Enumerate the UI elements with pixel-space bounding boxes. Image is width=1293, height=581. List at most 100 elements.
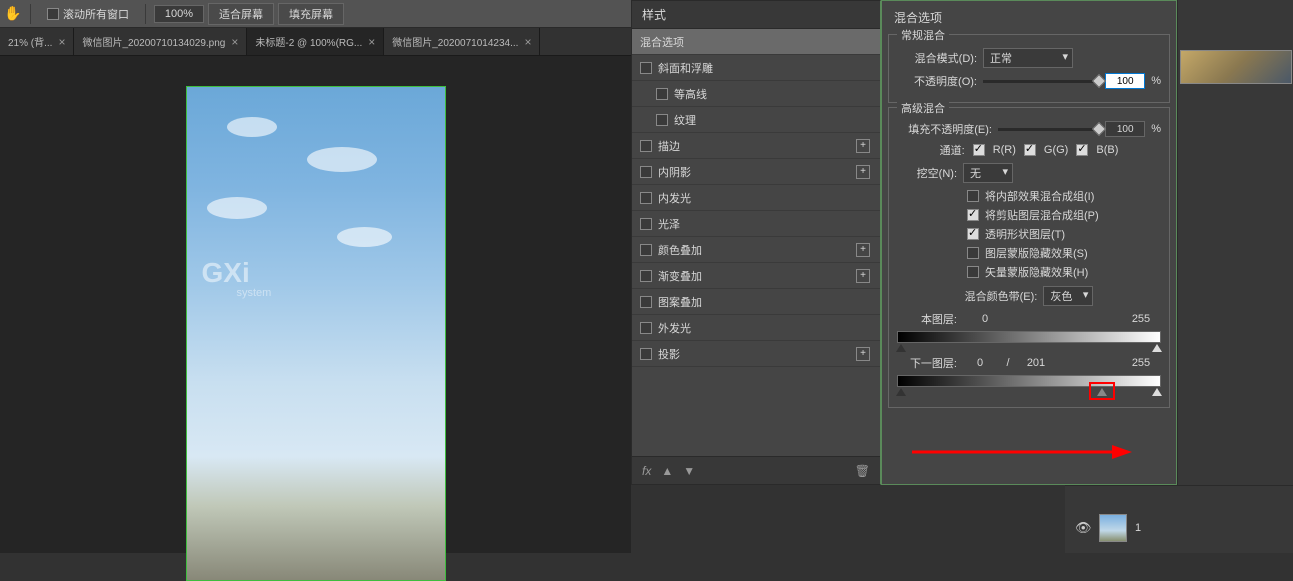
style-item-2[interactable]: 等高线	[632, 81, 880, 107]
slider-handle-icon[interactable]	[1152, 344, 1162, 352]
checkbox-icon[interactable]	[656, 114, 668, 126]
style-item-label: 渐变叠加	[658, 268, 702, 284]
checkbox-icon[interactable]	[640, 218, 652, 230]
slider-handle-icon[interactable]	[896, 388, 906, 396]
layer-thumbnail[interactable]	[1099, 514, 1127, 542]
checkbox-icon[interactable]	[640, 296, 652, 308]
style-item-label: 光泽	[658, 216, 680, 232]
close-icon[interactable]: ×	[58, 35, 65, 49]
opacity-slider[interactable]	[983, 80, 1099, 83]
style-item-12[interactable]: 投影+	[632, 341, 880, 367]
next-low-value: 0	[965, 357, 995, 369]
add-effect-icon[interactable]: +	[856, 139, 870, 153]
next-split-value: 201	[1021, 357, 1051, 369]
slider-handle-icon[interactable]	[896, 344, 906, 352]
style-item-5[interactable]: 内阴影+	[632, 159, 880, 185]
hand-tool-icon[interactable]: ✋	[4, 5, 22, 23]
style-item-7[interactable]: 光泽	[632, 211, 880, 237]
fx-icon[interactable]: fx	[642, 464, 651, 478]
style-item-1[interactable]: 斜面和浮雕	[632, 55, 880, 81]
vector-mask-hides-checkbox[interactable]	[967, 266, 979, 278]
channel-b-checkbox[interactable]	[1076, 144, 1088, 156]
checkbox-icon[interactable]	[640, 244, 652, 256]
canvas-image[interactable]: GXi system	[186, 86, 446, 581]
opacity-label: 不透明度(O):	[897, 73, 977, 89]
style-item-10[interactable]: 图案叠加	[632, 289, 880, 315]
this-layer-gradient[interactable]	[897, 331, 1161, 343]
slider-handle-icon[interactable]	[1152, 388, 1162, 396]
blend-clipped-checkbox[interactable]	[967, 209, 979, 221]
style-item-3[interactable]: 纹理	[632, 107, 880, 133]
arrow-up-icon[interactable]: ▲	[661, 464, 673, 478]
transparency-shapes-checkbox[interactable]	[967, 228, 979, 240]
style-item-8[interactable]: 颜色叠加 +	[632, 237, 880, 263]
add-effect-icon[interactable]: +	[856, 347, 870, 361]
channel-g-checkbox[interactable]	[1024, 144, 1036, 156]
tab-3[interactable]: 微信图片_2020071014234... ×	[384, 28, 540, 55]
style-item-4[interactable]: 描边 +	[632, 133, 880, 159]
style-item-label: 外发光	[658, 320, 691, 336]
fill-screen-button[interactable]: 填充屏幕	[278, 3, 344, 25]
style-item-6[interactable]: 内发光	[632, 185, 880, 211]
fill-opacity-slider[interactable]	[998, 128, 1099, 131]
layer-mask-hides-checkbox[interactable]	[967, 247, 979, 259]
checkbox-icon[interactable]	[640, 62, 652, 74]
layer-name[interactable]: 1	[1135, 522, 1141, 534]
style-item-11[interactable]: 外发光	[632, 315, 880, 341]
slash-label: /	[1003, 357, 1013, 369]
advanced-legend: 高级混合	[897, 100, 949, 116]
fill-opacity-label: 填充不透明度(E):	[897, 121, 992, 137]
zoom-input[interactable]	[154, 5, 204, 23]
checkbox-icon[interactable]	[640, 270, 652, 282]
banner-image	[1180, 50, 1292, 84]
checkbox-icon[interactable]	[640, 192, 652, 204]
watermark-text: GXi	[202, 257, 250, 289]
style-item-label: 等高线	[674, 86, 707, 102]
checkbox-icon[interactable]	[640, 140, 652, 152]
style-item-label: 斜面和浮雕	[658, 60, 713, 76]
add-effect-icon[interactable]: +	[856, 269, 870, 283]
tab-label: 微信图片_20200710134029.png	[82, 34, 225, 49]
add-effect-icon[interactable]: +	[856, 165, 870, 179]
style-item-9[interactable]: 渐变叠加 +	[632, 263, 880, 289]
blend-interior-checkbox[interactable]	[967, 190, 979, 202]
close-icon[interactable]: ×	[524, 35, 531, 49]
trash-icon[interactable]: 🗑	[855, 464, 870, 478]
blend-mode-select[interactable]: 正常	[983, 48, 1073, 68]
checkbox-icon[interactable]	[656, 88, 668, 100]
canvas-area[interactable]: GXi system	[0, 56, 631, 553]
next-high-value: 255	[1121, 357, 1161, 369]
knockout-label: 挖空(N):	[897, 165, 957, 181]
close-icon[interactable]: ×	[368, 35, 375, 49]
checkbox-icon[interactable]	[640, 322, 652, 334]
checkbox-icon[interactable]	[640, 166, 652, 178]
checkbox-icon[interactable]	[640, 348, 652, 360]
this-layer-label: 本图层:	[897, 311, 957, 327]
style-item-label: 颜色叠加	[658, 242, 702, 258]
tab-0[interactable]: 21% (背... ×	[0, 28, 74, 55]
tab-2[interactable]: 未标题-2 @ 100%(RG... ×	[247, 28, 384, 55]
fit-screen-button[interactable]: 适合屏幕	[208, 3, 274, 25]
arrow-down-icon[interactable]: ▼	[683, 464, 695, 478]
scroll-all-windows-option[interactable]: 滚动所有窗口	[39, 6, 137, 22]
layer-mask-hides-label: 图层蒙版隐藏效果(S)	[985, 245, 1088, 261]
close-icon[interactable]: ×	[231, 35, 238, 49]
style-item-label: 描边	[658, 138, 680, 154]
styles-footer: fx ▲ ▼ 🗑	[632, 456, 880, 484]
style-item-0[interactable]: 混合选项	[632, 29, 880, 55]
next-layer-gradient[interactable]	[897, 375, 1161, 387]
checkbox-icon[interactable]	[47, 8, 59, 20]
blendif-select[interactable]: 灰色	[1043, 286, 1093, 306]
next-layer-label: 下一图层:	[897, 355, 957, 371]
opacity-input[interactable]	[1105, 73, 1145, 89]
transparency-shapes-label: 透明形状图层(T)	[985, 226, 1065, 242]
percent-label: %	[1151, 123, 1161, 135]
tab-1[interactable]: 微信图片_20200710134029.png ×	[74, 28, 247, 55]
fill-opacity-input[interactable]	[1105, 121, 1145, 137]
layer-row[interactable]: 👁 1	[1065, 506, 1293, 550]
percent-label: %	[1151, 75, 1161, 87]
channel-r-checkbox[interactable]	[973, 144, 985, 156]
add-effect-icon[interactable]: +	[856, 243, 870, 257]
knockout-select[interactable]: 无	[963, 163, 1013, 183]
visibility-icon[interactable]: 👁	[1075, 520, 1091, 536]
